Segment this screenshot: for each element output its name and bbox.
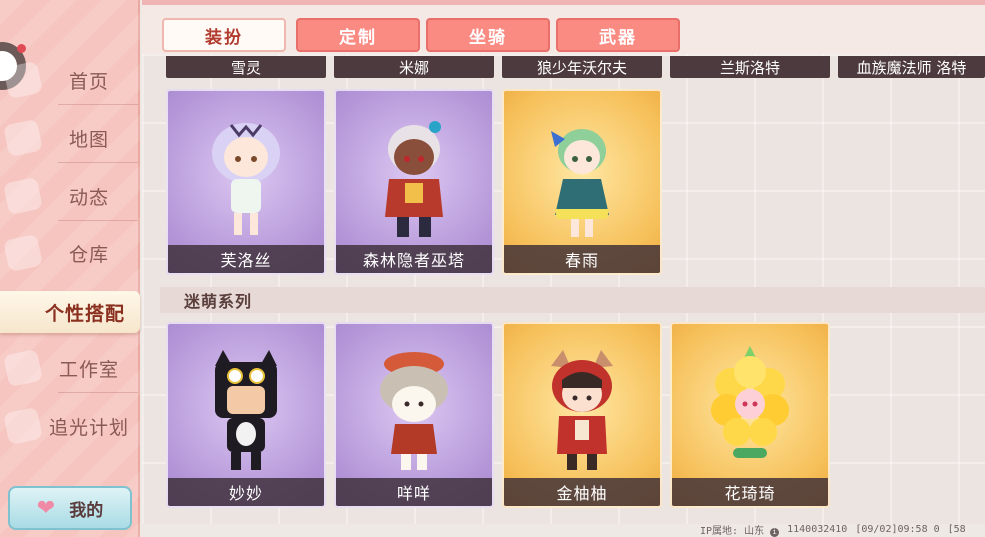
skin-name: 芙洛丝 xyxy=(168,245,324,273)
tab-label: 武器 xyxy=(599,27,637,48)
skin-name: 血族魔法师 洛特 xyxy=(856,58,967,77)
skin-name: 兰斯洛特 xyxy=(719,58,780,77)
skin-card-flos[interactable]: 芙洛丝 xyxy=(166,89,326,275)
sidebar-item-map[interactable]: 地图 xyxy=(3,116,138,160)
sidebar-item-outfit[interactable]: 个性搭配 xyxy=(0,291,140,333)
skin-card-partial[interactable]: 米娜 xyxy=(334,56,494,78)
tab-custom[interactable]: 定制 xyxy=(296,18,420,52)
skin-name: 金柚柚 xyxy=(504,478,660,506)
character-avatar-icon xyxy=(551,129,609,237)
ip-location-text: IP属地: 山东 xyxy=(700,526,765,537)
ip-location: IP属地: 山东 i xyxy=(700,522,780,537)
sidebar-item-label: 仓库 xyxy=(68,243,109,266)
skin-card-huaqiqi[interactable]: 花琦琦 xyxy=(670,322,830,508)
sidebar-item-label: 个性搭配 xyxy=(44,302,125,325)
sidebar-item-label: 追光计划 xyxy=(48,416,129,439)
skin-grid[interactable]: 雪灵 米娜 狼少年沃尔夫 兰斯洛特 血族魔法师 洛特 芙洛丝 森林隐者巫塔 春雨… xyxy=(142,54,985,524)
skin-card-partial[interactable]: 兰斯洛特 xyxy=(670,56,830,78)
divider xyxy=(58,220,138,221)
sidebar-item-home[interactable]: 首页 xyxy=(3,58,138,102)
skin-card-partial[interactable]: 狼少年沃尔夫 xyxy=(502,56,662,78)
sidebar-item-warehouse[interactable]: 仓库 xyxy=(3,231,138,275)
user-id: 1140032410 xyxy=(787,524,848,535)
character-avatar-icon xyxy=(215,350,277,470)
tab-label: 坐骑 xyxy=(469,27,507,48)
tab-mount[interactable]: 坐骑 xyxy=(426,18,550,52)
mine-button[interactable]: ❤ 我的 xyxy=(8,486,132,530)
sidebar-item-studio[interactable]: 工作室 xyxy=(3,346,138,390)
tab-bar: 装扮 定制 坐骑 武器 xyxy=(142,0,985,54)
skin-card-partial[interactable]: 血族魔法师 洛特 xyxy=(838,56,985,78)
skin-name: 妙妙 xyxy=(168,478,324,506)
timestamp: [09/02]09:58 0 xyxy=(855,524,940,535)
skin-name: 花琦琦 xyxy=(672,478,828,506)
section-title: 迷萌系列 xyxy=(160,287,985,313)
character-avatar-icon xyxy=(385,121,443,237)
notification-dot-icon xyxy=(17,44,26,53)
skin-card-partial[interactable]: 雪灵 xyxy=(166,56,326,78)
skin-card-forest-hermit[interactable]: 森林隐者巫塔 xyxy=(334,89,494,275)
skin-name: 狼少年沃尔夫 xyxy=(536,58,627,77)
tab-label: 定制 xyxy=(339,27,377,48)
sidebar: 首页 地图 动态 仓库 个性搭配 工作室 追光计划 ❤ 我的 xyxy=(0,0,140,537)
info-icon[interactable]: i xyxy=(770,528,780,537)
skin-name: 咩咩 xyxy=(336,478,492,506)
skin-card-jinyouyou[interactable]: 金柚柚 xyxy=(502,322,662,508)
tab-label: 装扮 xyxy=(205,27,243,48)
sidebar-item-label: 首页 xyxy=(68,70,109,93)
sidebar-item-chase-light[interactable]: 追光计划 xyxy=(3,404,138,448)
character-avatar-icon xyxy=(380,352,448,470)
tab-weapon[interactable]: 武器 xyxy=(556,18,680,52)
status-extra: [58 xyxy=(947,524,966,535)
skin-card-miemie[interactable]: 咩咩 xyxy=(334,322,494,508)
character-avatar-icon xyxy=(212,123,280,235)
skin-card-spring-rain[interactable]: 春雨 xyxy=(502,89,662,275)
character-avatar-icon xyxy=(711,346,789,458)
skin-name: 米娜 xyxy=(398,58,429,77)
skin-name: 森林隐者巫塔 xyxy=(336,245,492,273)
divider xyxy=(58,162,138,163)
skin-name: 雪灵 xyxy=(230,58,261,77)
divider xyxy=(58,392,138,393)
character-avatar-icon xyxy=(551,350,613,470)
heart-icon: ❤ xyxy=(36,495,56,521)
skin-name: 春雨 xyxy=(504,245,660,273)
sidebar-item-label: 工作室 xyxy=(58,358,119,381)
sidebar-item-label: 地图 xyxy=(68,128,109,151)
tab-outfit[interactable]: 装扮 xyxy=(162,18,286,52)
mine-button-label: 我的 xyxy=(69,500,104,521)
sidebar-item-label: 动态 xyxy=(68,186,109,209)
divider xyxy=(58,104,138,105)
skin-card-miaomiao[interactable]: 妙妙 xyxy=(166,322,326,508)
status-bar: IP属地: 山东 i 1140032410 [09/02]09:58 0 [58 xyxy=(700,522,985,537)
sidebar-item-feed[interactable]: 动态 xyxy=(3,174,138,218)
